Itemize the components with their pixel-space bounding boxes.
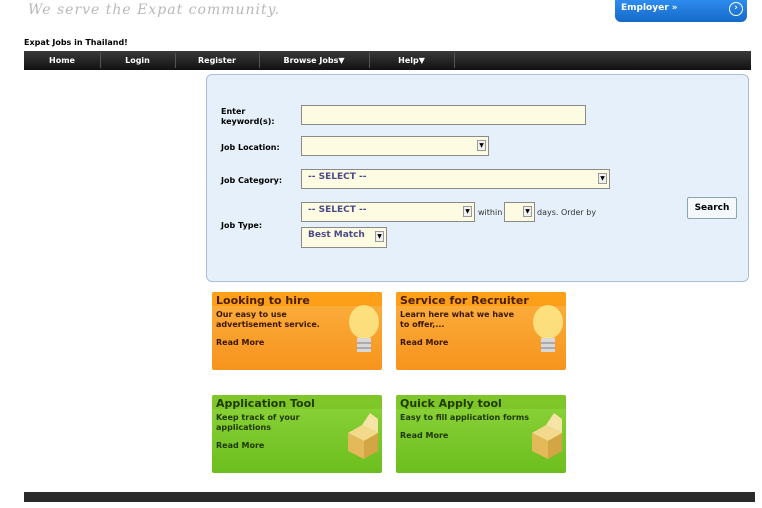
employer-button[interactable]: Employer » › bbox=[615, 0, 747, 22]
card-application-tool[interactable]: Application Tool Keep track of your appl… bbox=[212, 395, 382, 473]
within-label: within bbox=[478, 208, 503, 217]
chevron-right-icon: › bbox=[729, 2, 743, 16]
lightbulb-icon bbox=[533, 305, 563, 352]
read-more-link[interactable]: Read More bbox=[400, 338, 448, 347]
card-quick-apply-tool[interactable]: Quick Apply tool Easy to fill applicatio… bbox=[396, 395, 566, 473]
search-button[interactable]: Search bbox=[687, 197, 737, 219]
card-title: Service for Recruiter bbox=[400, 294, 529, 307]
job-type-select[interactable]: -- SELECT -- ▼ bbox=[301, 202, 475, 222]
card-title: Application Tool bbox=[216, 397, 315, 410]
nav-home[interactable]: Home bbox=[24, 51, 100, 70]
nav-divider bbox=[454, 53, 455, 68]
lightbulb-icon bbox=[349, 305, 379, 352]
location-select[interactable]: ▼ bbox=[301, 136, 489, 156]
read-more-link[interactable]: Read More bbox=[216, 441, 264, 450]
keyword-label: Enter keyword(s): bbox=[221, 107, 275, 126]
card-title: Quick Apply tool bbox=[400, 397, 502, 410]
nav-register[interactable]: Register bbox=[175, 51, 259, 70]
job-type-label: Job Type: bbox=[221, 221, 263, 230]
location-label: Job Location: bbox=[221, 143, 280, 152]
job-type-value: -- SELECT -- bbox=[308, 205, 367, 215]
card-description: Our easy to use advertisement service. bbox=[216, 310, 320, 329]
footer-bar bbox=[24, 492, 755, 502]
box-icon bbox=[532, 413, 562, 459]
card-looking-to-hire[interactable]: Looking to hire Our easy to use advertis… bbox=[212, 292, 382, 370]
nav-help[interactable]: Help▼ bbox=[369, 51, 454, 70]
nav-browse-jobs[interactable]: Browse Jobs▼ bbox=[259, 51, 369, 70]
dropdown-arrow-icon: ▼ bbox=[598, 173, 607, 184]
job-search-panel: Enter keyword(s): Job Location: ▼ Job Ca… bbox=[206, 74, 749, 282]
category-select[interactable]: -- SELECT -- ▼ bbox=[301, 169, 610, 189]
card-service-for-recruiter[interactable]: Service for Recruiter Learn here what we… bbox=[396, 292, 566, 370]
card-description: Easy to fill application forms bbox=[400, 413, 529, 422]
read-more-link[interactable]: Read More bbox=[400, 431, 448, 440]
main-nav: Home Login Register Browse Jobs▼ Help▼ bbox=[24, 51, 751, 70]
category-value: -- SELECT -- bbox=[308, 172, 367, 182]
dropdown-arrow-icon: ▼ bbox=[375, 231, 384, 242]
order-by-select[interactable]: Best Match ▼ bbox=[301, 227, 387, 248]
site-title: Expat Jobs in Thailand! bbox=[24, 38, 128, 47]
employer-button-label: Employer » bbox=[621, 3, 678, 13]
box-icon bbox=[348, 413, 378, 459]
dropdown-arrow-icon: ▼ bbox=[463, 206, 472, 217]
keyword-input[interactable] bbox=[301, 105, 586, 125]
order-by-value: Best Match bbox=[308, 230, 365, 240]
days-order-label: days. Order by bbox=[537, 208, 597, 217]
dropdown-arrow-icon: ▼ bbox=[477, 140, 486, 151]
read-more-link[interactable]: Read More bbox=[216, 338, 264, 347]
card-description: Learn here what we have to offer,... bbox=[400, 310, 515, 329]
dropdown-arrow-icon: ▼ bbox=[523, 206, 532, 217]
nav-login[interactable]: Login bbox=[100, 51, 175, 70]
days-select[interactable]: ▼ bbox=[504, 202, 535, 222]
site-tagline-logo: We serve the Expat community. bbox=[28, 2, 281, 18]
category-label: Job Category: bbox=[221, 176, 283, 185]
card-title: Looking to hire bbox=[216, 294, 310, 307]
card-description: Keep track of your applications bbox=[216, 413, 300, 432]
